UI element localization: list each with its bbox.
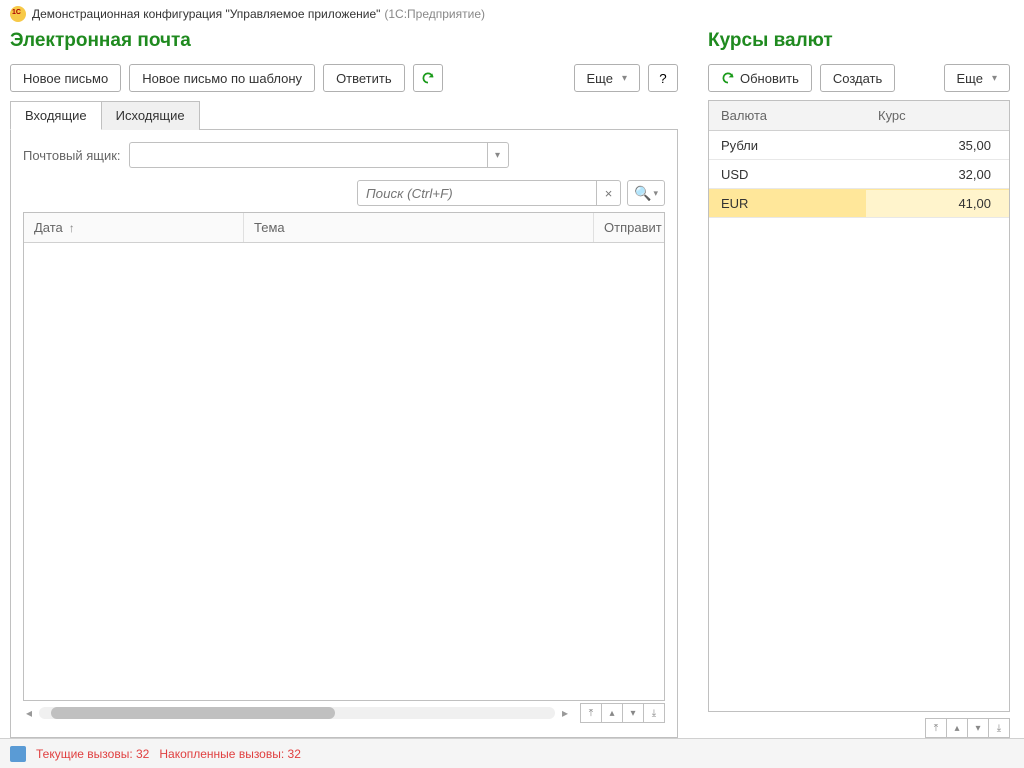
nav-down-button[interactable]: ▾ [622,703,644,723]
col-rate[interactable]: Курс [866,101,1009,130]
nav-down-button[interactable]: ▾ [967,718,989,738]
currency-name: USD [709,161,866,188]
currency-title: Курсы валют [708,30,1010,52]
program-name: (1С:Предприятие) [384,7,485,21]
col-date[interactable]: Дата ↑ [24,213,244,242]
search-button[interactable]: 🔍 [627,180,665,206]
window-title: Демонстрационная конфигурация "Управляем… [32,7,380,21]
currency-row[interactable]: Рубли35,00 [709,131,1009,160]
nav-bottom-button[interactable]: ⤓ [988,718,1010,738]
tab-inbox[interactable]: Входящие [10,101,102,130]
currency-toolbar: Обновить Создать Еще [708,64,1010,92]
col-currency[interactable]: Валюта [709,101,866,130]
currency-rate: 41,00 [866,190,1009,217]
currency-row[interactable]: USD32,00 [709,160,1009,189]
h-scrollbar[interactable] [39,707,555,719]
col-subject[interactable]: Тема [244,213,594,242]
currency-table: Валюта Курс Рубли35,00USD32,00EUR41,00 [708,100,1010,712]
mailbox-dropdown-button[interactable]: ▾ [487,142,509,168]
nav-up-button[interactable]: ▴ [946,718,968,738]
nav-bottom-button[interactable]: ⤓ [643,703,665,723]
currency-create-button[interactable]: Создать [820,64,895,92]
currency-rows: Рубли35,00USD32,00EUR41,00 [709,131,1009,218]
reply-button[interactable]: Ответить [323,64,405,92]
currency-nav-buttons: ⤒ ▴ ▾ ⤓ [926,718,1010,738]
email-grid: Дата ↑ Тема Отправит [23,212,665,701]
more-button[interactable]: Еще [574,64,640,92]
currency-name: EUR [709,190,866,217]
grid-nav-buttons: ⤒ ▴ ▾ ⤓ [581,703,665,723]
scroll-right-icon[interactable]: ▸ [559,706,571,720]
search-input[interactable] [357,180,597,206]
currency-panel: Курсы валют Обновить Создать Еще Валюта … [708,28,1014,738]
col-sender[interactable]: Отправит [594,213,664,242]
mailbox-label: Почтовый ящик: [23,148,121,163]
currency-row[interactable]: EUR41,00 [709,189,1009,218]
refresh-button[interactable] [413,64,443,92]
status-icon [10,746,26,762]
help-button[interactable]: ? [648,64,678,92]
sort-asc-icon: ↑ [69,221,75,235]
status-bar: Текущие вызовы: 32 Накопленные вызовы: 3… [0,738,1024,768]
currency-more-button[interactable]: Еще [944,64,1010,92]
app-logo-icon [10,6,26,22]
email-panel: Электронная почта Новое письмо Новое пис… [10,28,678,738]
nav-top-button[interactable]: ⤒ [580,703,602,723]
new-message-button[interactable]: Новое письмо [10,64,121,92]
currency-rate: 32,00 [866,161,1009,188]
currency-refresh-button[interactable]: Обновить [708,64,812,92]
tab-outbox[interactable]: Исходящие [101,101,200,130]
email-grid-body [24,243,664,700]
currency-rate: 35,00 [866,132,1009,159]
refresh-icon [721,71,735,85]
email-tabs: Входящие Исходящие [10,100,678,130]
new-template-message-button[interactable]: Новое письмо по шаблону [129,64,315,92]
email-tab-content: Почтовый ящик: ▾ × 🔍 Дата ↑ [10,130,678,738]
mailbox-input[interactable] [129,142,487,168]
email-title: Электронная почта [10,30,678,52]
status-accum: Накопленные вызовы: 32 [159,747,301,761]
window-titlebar: Демонстрационная конфигурация "Управляем… [0,0,1024,28]
nav-top-button[interactable]: ⤒ [925,718,947,738]
search-clear-button[interactable]: × [597,180,621,206]
scroll-left-icon[interactable]: ◂ [23,706,35,720]
currency-name: Рубли [709,132,866,159]
nav-up-button[interactable]: ▴ [601,703,623,723]
status-current: Текущие вызовы: 32 [36,747,149,761]
magnify-icon: 🔍 [634,185,651,202]
refresh-icon [421,71,435,85]
email-toolbar: Новое письмо Новое письмо по шаблону Отв… [10,64,678,92]
